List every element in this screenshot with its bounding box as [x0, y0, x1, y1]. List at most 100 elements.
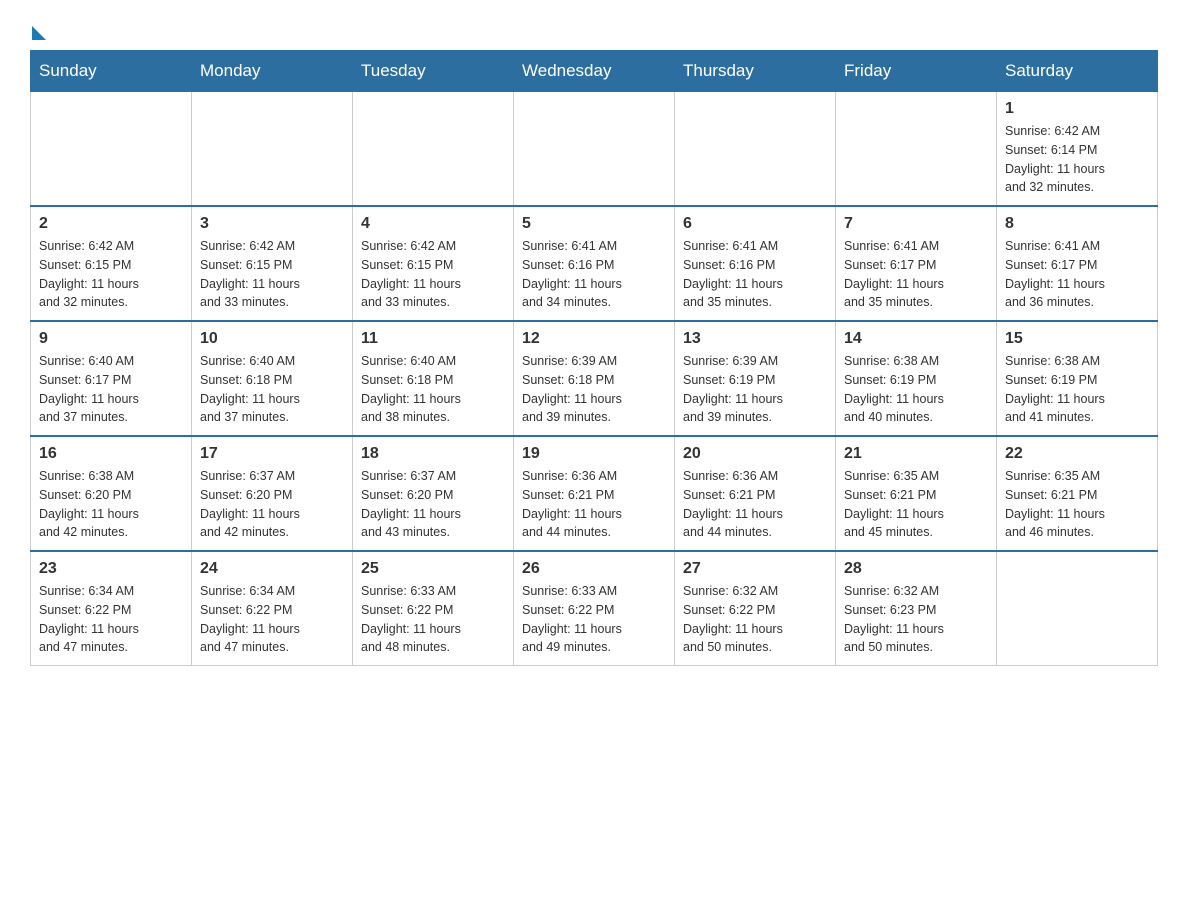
day-number: 11 — [361, 330, 505, 348]
calendar-cell — [675, 92, 836, 207]
calendar-cell: 4 Sunrise: 6:42 AM Sunset: 6:15 PM Daylig… — [353, 206, 514, 321]
calendar-cell: 7 Sunrise: 6:41 AM Sunset: 6:17 PM Daylig… — [836, 206, 997, 321]
calendar-cell: 27Sunrise: 6:32 AM Sunset: 6:22 PM Dayli… — [675, 551, 836, 666]
day-number: 15 — [1005, 330, 1149, 348]
day-number: 13 — [683, 330, 827, 348]
day-number: 20 — [683, 445, 827, 463]
day-number: 3 — [200, 215, 344, 233]
calendar-cell: 24 Sunrise: 6:34 AM Sunset: 6:22 PM Dayli… — [192, 551, 353, 666]
calendar-cell: 20 Sunrise: 6:36 AM Sunset: 6:21 PM Dayli… — [675, 436, 836, 551]
week-row-5: 23 Sunrise: 6:34 AM Sunset: 6:22 PM Dayli… — [31, 551, 1158, 666]
day-number: 28 — [844, 560, 988, 578]
day-number: 22 — [1005, 445, 1149, 463]
calendar-cell: 26 Sunrise: 6:33 AM Sunset: 6:22 PM Dayli… — [514, 551, 675, 666]
calendar-cell: 15 Sunrise: 6:38 AM Sunset: 6:19 PM Dayli… — [997, 321, 1158, 436]
day-number: 12 — [522, 330, 666, 348]
calendar-cell: 1 Sunrise: 6:42 AM Sunset: 6:14 PM Daylig… — [997, 92, 1158, 207]
day-info: Sunrise: 6:35 AM Sunset: 6:21 PM Dayligh… — [1005, 467, 1149, 542]
logo — [30, 20, 46, 40]
day-info: Sunrise: 6:34 AM Sunset: 6:22 PM Dayligh… — [200, 582, 344, 657]
day-number: 7 — [844, 215, 988, 233]
day-number: 8 — [1005, 215, 1149, 233]
day-number: 6 — [683, 215, 827, 233]
day-number: 1 — [1005, 100, 1149, 118]
day-info: Sunrise: 6:37 AM Sunset: 6:20 PM Dayligh… — [200, 467, 344, 542]
day-number: 16 — [39, 445, 183, 463]
calendar-cell: 6 Sunrise: 6:41 AM Sunset: 6:16 PM Daylig… — [675, 206, 836, 321]
calendar-cell — [353, 92, 514, 207]
day-info: Sunrise: 6:40 AM Sunset: 6:18 PM Dayligh… — [361, 352, 505, 427]
day-info: Sunrise: 6:41 AM Sunset: 6:17 PM Dayligh… — [844, 237, 988, 312]
day-info: Sunrise: 6:41 AM Sunset: 6:16 PM Dayligh… — [683, 237, 827, 312]
day-info: Sunrise: 6:37 AM Sunset: 6:20 PM Dayligh… — [361, 467, 505, 542]
weekday-header-tuesday: Tuesday — [353, 51, 514, 92]
calendar-cell: 21 Sunrise: 6:35 AM Sunset: 6:21 PM Dayli… — [836, 436, 997, 551]
week-row-4: 16 Sunrise: 6:38 AM Sunset: 6:20 PM Dayli… — [31, 436, 1158, 551]
calendar-cell: 17 Sunrise: 6:37 AM Sunset: 6:20 PM Dayli… — [192, 436, 353, 551]
page-header — [30, 20, 1158, 40]
day-number: 18 — [361, 445, 505, 463]
day-number: 17 — [200, 445, 344, 463]
day-info: Sunrise: 6:32 AM Sunset: 6:23 PM Dayligh… — [844, 582, 988, 657]
calendar-cell — [836, 92, 997, 207]
calendar-cell: 28 Sunrise: 6:32 AM Sunset: 6:23 PM Dayli… — [836, 551, 997, 666]
calendar-cell: 16 Sunrise: 6:38 AM Sunset: 6:20 PM Dayli… — [31, 436, 192, 551]
day-info: Sunrise: 6:36 AM Sunset: 6:21 PM Dayligh… — [683, 467, 827, 542]
day-info: Sunrise: 6:42 AM Sunset: 6:15 PM Dayligh… — [39, 237, 183, 312]
calendar-cell: 2 Sunrise: 6:42 AM Sunset: 6:15 PM Daylig… — [31, 206, 192, 321]
day-number: 4 — [361, 215, 505, 233]
day-info: Sunrise: 6:39 AM Sunset: 6:19 PM Dayligh… — [683, 352, 827, 427]
week-row-2: 2 Sunrise: 6:42 AM Sunset: 6:15 PM Daylig… — [31, 206, 1158, 321]
calendar-cell — [514, 92, 675, 207]
calendar-cell: 11 Sunrise: 6:40 AM Sunset: 6:18 PM Dayli… — [353, 321, 514, 436]
calendar-cell — [997, 551, 1158, 666]
day-number: 10 — [200, 330, 344, 348]
day-info: Sunrise: 6:41 AM Sunset: 6:17 PM Dayligh… — [1005, 237, 1149, 312]
calendar-cell: 3 Sunrise: 6:42 AM Sunset: 6:15 PM Daylig… — [192, 206, 353, 321]
calendar-cell — [192, 92, 353, 207]
day-number: 14 — [844, 330, 988, 348]
day-info: Sunrise: 6:34 AM Sunset: 6:22 PM Dayligh… — [39, 582, 183, 657]
calendar-cell: 18 Sunrise: 6:37 AM Sunset: 6:20 PM Dayli… — [353, 436, 514, 551]
day-info: Sunrise: 6:33 AM Sunset: 6:22 PM Dayligh… — [361, 582, 505, 657]
day-info: Sunrise: 6:36 AM Sunset: 6:21 PM Dayligh… — [522, 467, 666, 542]
calendar-cell: 13 Sunrise: 6:39 AM Sunset: 6:19 PM Dayli… — [675, 321, 836, 436]
day-info: Sunrise: 6:42 AM Sunset: 6:15 PM Dayligh… — [361, 237, 505, 312]
weekday-header-saturday: Saturday — [997, 51, 1158, 92]
weekday-header-sunday: Sunday — [31, 51, 192, 92]
day-info: Sunrise: 6:42 AM Sunset: 6:14 PM Dayligh… — [1005, 122, 1149, 197]
day-number: 26 — [522, 560, 666, 578]
calendar-cell: 12 Sunrise: 6:39 AM Sunset: 6:18 PM Dayli… — [514, 321, 675, 436]
calendar-cell: 9Sunrise: 6:40 AM Sunset: 6:17 PM Daylig… — [31, 321, 192, 436]
day-info: Sunrise: 6:40 AM Sunset: 6:18 PM Dayligh… — [200, 352, 344, 427]
day-number: 21 — [844, 445, 988, 463]
weekday-header-friday: Friday — [836, 51, 997, 92]
calendar-cell: 25 Sunrise: 6:33 AM Sunset: 6:22 PM Dayli… — [353, 551, 514, 666]
day-number: 25 — [361, 560, 505, 578]
calendar-cell: 23 Sunrise: 6:34 AM Sunset: 6:22 PM Dayli… — [31, 551, 192, 666]
calendar-cell — [31, 92, 192, 207]
day-info: Sunrise: 6:38 AM Sunset: 6:19 PM Dayligh… — [1005, 352, 1149, 427]
day-number: 9 — [39, 330, 183, 348]
calendar-table: SundayMondayTuesdayWednesdayThursdayFrid… — [30, 50, 1158, 666]
day-number: 23 — [39, 560, 183, 578]
day-info: Sunrise: 6:33 AM Sunset: 6:22 PM Dayligh… — [522, 582, 666, 657]
day-number: 24 — [200, 560, 344, 578]
weekday-header-thursday: Thursday — [675, 51, 836, 92]
day-info: Sunrise: 6:38 AM Sunset: 6:20 PM Dayligh… — [39, 467, 183, 542]
week-row-3: 9Sunrise: 6:40 AM Sunset: 6:17 PM Daylig… — [31, 321, 1158, 436]
weekday-header-wednesday: Wednesday — [514, 51, 675, 92]
day-info: Sunrise: 6:38 AM Sunset: 6:19 PM Dayligh… — [844, 352, 988, 427]
week-row-1: 1 Sunrise: 6:42 AM Sunset: 6:14 PM Daylig… — [31, 92, 1158, 207]
calendar-cell: 22 Sunrise: 6:35 AM Sunset: 6:21 PM Dayli… — [997, 436, 1158, 551]
weekday-header-row: SundayMondayTuesdayWednesdayThursdayFrid… — [31, 51, 1158, 92]
calendar-cell: 8 Sunrise: 6:41 AM Sunset: 6:17 PM Daylig… — [997, 206, 1158, 321]
logo-arrow-icon — [32, 26, 46, 40]
day-info: Sunrise: 6:39 AM Sunset: 6:18 PM Dayligh… — [522, 352, 666, 427]
day-info: Sunrise: 6:42 AM Sunset: 6:15 PM Dayligh… — [200, 237, 344, 312]
day-number: 2 — [39, 215, 183, 233]
day-info: Sunrise: 6:32 AM Sunset: 6:22 PM Dayligh… — [683, 582, 827, 657]
day-info: Sunrise: 6:35 AM Sunset: 6:21 PM Dayligh… — [844, 467, 988, 542]
weekday-header-monday: Monday — [192, 51, 353, 92]
day-number: 19 — [522, 445, 666, 463]
